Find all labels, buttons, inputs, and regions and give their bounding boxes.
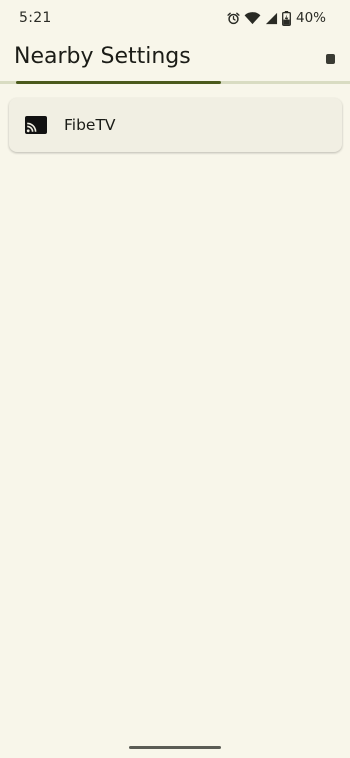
status-icons: 40% [227, 9, 326, 27]
page-title: Nearby Settings [14, 44, 191, 69]
device-name: FibeTV [64, 116, 116, 134]
status-time: 5:21 [19, 10, 52, 26]
stop-scan-button[interactable] [320, 49, 340, 69]
cast-icon [25, 116, 47, 134]
stop-icon [325, 54, 335, 64]
wifi-icon [244, 11, 261, 25]
scan-progress-fill [16, 81, 221, 84]
alarm-icon [227, 12, 240, 25]
gesture-nav-handle[interactable] [129, 746, 221, 749]
battery-percent: 40% [295, 10, 326, 26]
scan-progress-bar [0, 81, 350, 84]
cell-signal-icon [265, 12, 278, 25]
battery-charging-icon [282, 10, 291, 26]
device-list-item[interactable]: FibeTV [9, 98, 342, 152]
status-bar: 5:21 40% [0, 0, 350, 36]
